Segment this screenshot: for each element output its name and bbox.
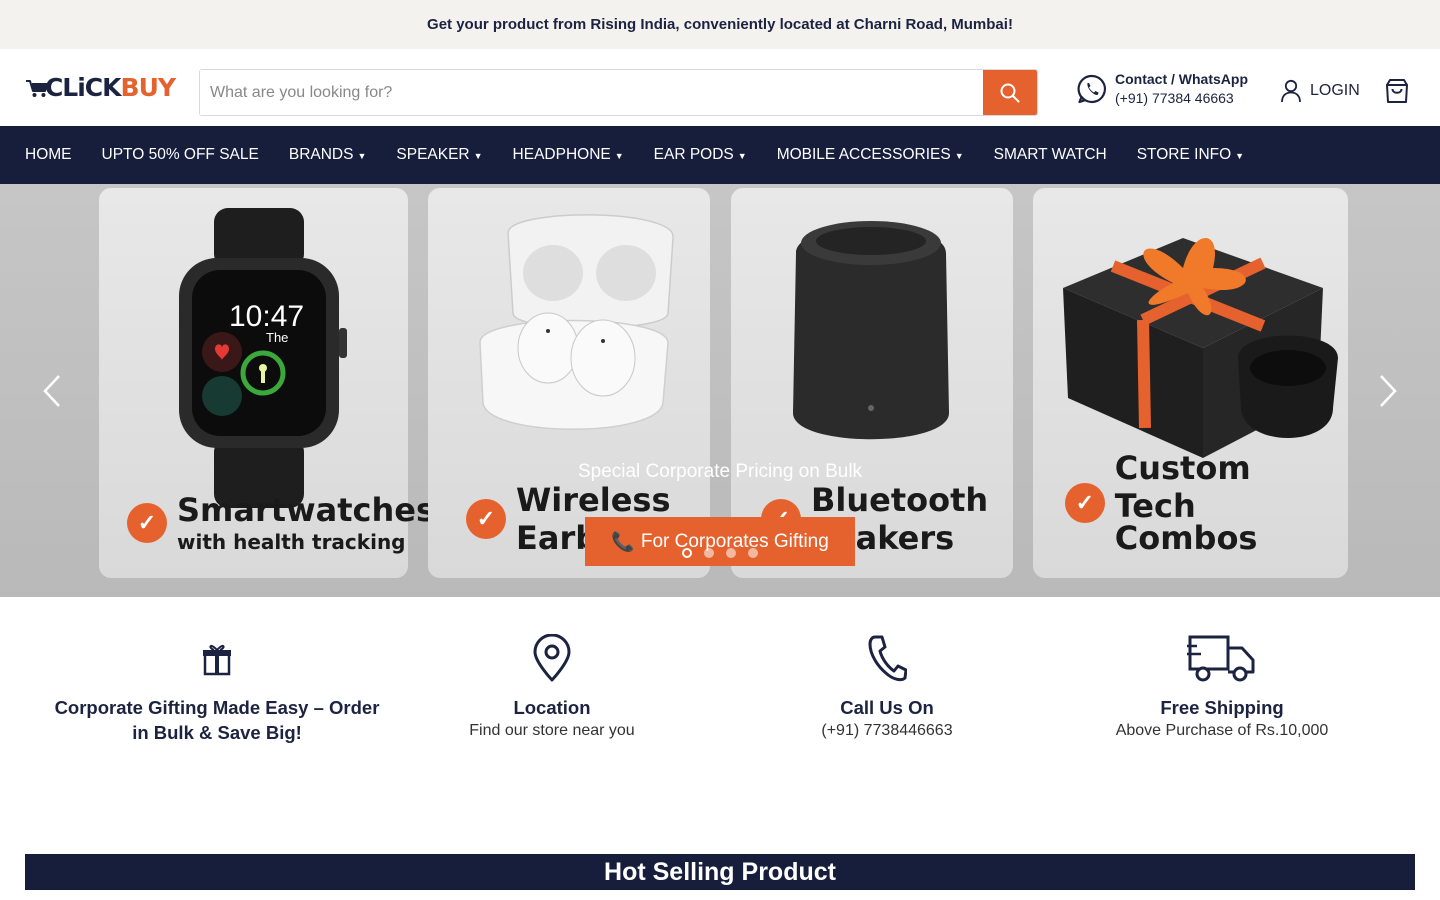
feature-free-shipping[interactable]: Free Shipping Above Purchase of Rs.10,00… — [1055, 633, 1389, 740]
site-logo[interactable]: CLiCKBUY — [25, 66, 176, 110]
feature-location[interactable]: Location Find our store near you — [385, 633, 719, 740]
nav-item-label: HEADPHONE — [512, 146, 611, 163]
feature-call-us[interactable]: Call Us On (+91) 7738446663 — [720, 633, 1054, 740]
chevron-down-icon: ▼ — [473, 151, 483, 161]
nav-item-label: SPEAKER — [396, 146, 470, 163]
nav-item-upto-50-off-sale[interactable]: UPTO 50% OFF SALE — [102, 146, 259, 164]
watch-day: The — [266, 330, 288, 345]
phone-emoji-icon: 📞 — [611, 531, 635, 553]
login-label: LOGIN — [1310, 82, 1360, 99]
nav-item-headphone[interactable]: HEADPHONE ▼ — [513, 146, 624, 164]
nav-item-brands[interactable]: BRANDS ▼ — [289, 146, 367, 164]
feature-corporate-gifting[interactable]: Corporate Gifting Made Easy – Order in B… — [50, 633, 384, 745]
chevron-down-icon: ▼ — [614, 151, 624, 161]
chevron-down-icon: ▼ — [737, 151, 747, 161]
nav-item-label: MOBILE ACCESSORIES — [776, 146, 951, 163]
logo-text-buy: BUY — [120, 73, 176, 102]
chevron-down-icon: ▼ — [357, 151, 367, 161]
nav-item-ear-pods[interactable]: EAR PODS ▼ — [654, 146, 747, 164]
card-title: Wireless — [516, 481, 671, 519]
cart-button[interactable] — [1383, 77, 1411, 110]
search-icon — [1000, 83, 1020, 102]
feature-title: Corporate Gifting Made Easy – Order in B… — [54, 697, 380, 743]
user-icon — [1281, 79, 1301, 103]
gift-box-image — [1063, 238, 1338, 458]
card-title: Bluetooth — [811, 481, 989, 519]
nav-item-mobile-accessories[interactable]: MOBILE ACCESSORIES ▼ — [777, 146, 964, 164]
feature-subtitle: (+91) 7738446663 — [821, 722, 953, 739]
site-header: CLiCKBUY Contact / WhatsApp (+91) 77384 … — [0, 49, 1440, 126]
hero-slider: 10:47 The ✓ Smartwatches with health tra… — [0, 184, 1440, 597]
nav-item-store-info[interactable]: STORE INFO ▼ — [1137, 146, 1244, 164]
main-nav: HOME UPTO 50% OFF SALE BRANDS ▼ SPEAKER ▼ HEAD… — [0, 126, 1440, 184]
hot-selling-section-title: Hot Selling Product — [25, 854, 1415, 890]
search-button[interactable] — [983, 70, 1037, 115]
logo-text-click: CLiCK — [44, 73, 122, 102]
nav-item-label: UPTO 50% OFF SALE — [101, 146, 259, 163]
feature-title: Free Shipping — [1160, 697, 1284, 718]
features-row: Corporate Gifting Made Easy – Order in B… — [0, 597, 1440, 854]
nav-item-label: HOME — [25, 146, 72, 163]
contact-title: Contact / WhatsApp — [1115, 71, 1248, 87]
nav-item-label: STORE INFO — [1136, 146, 1232, 163]
nav-item-smart-watch[interactable]: SMART WATCH — [994, 146, 1107, 164]
search-bar — [199, 69, 1038, 116]
login-link[interactable]: LOGIN — [1280, 79, 1360, 103]
feature-subtitle: Find our store near you — [469, 722, 635, 739]
hero-card-smartwatch[interactable]: 10:47 The ✓ Smartwatches with health tra… — [99, 188, 435, 578]
card-label: ✓ Smartwatches with health tracking — [127, 494, 435, 552]
slider-next-button[interactable] — [1378, 374, 1398, 418]
nav-item-label: EAR PODS — [653, 146, 734, 163]
corporate-gifting-button[interactable]: 📞 For Corporates Gifting — [585, 517, 855, 566]
logo-text: CLiCKBUY — [44, 73, 176, 102]
chevron-right-icon — [1380, 375, 1397, 407]
checkmark-icon: ✓ — [127, 503, 167, 543]
slider-dot[interactable] — [748, 548, 758, 558]
card-subtitle: with health tracking — [177, 530, 406, 554]
slider-dots — [682, 548, 758, 558]
hero-card-combos[interactable]: ✓ Custom Tech Combos — [1033, 188, 1348, 578]
slider-prev-button[interactable] — [42, 374, 62, 418]
location-pin-icon — [533, 634, 571, 682]
nav-item-speaker[interactable]: SPEAKER ▼ — [396, 146, 482, 164]
announcement-text: Get your product from Rising India, conv… — [427, 16, 1013, 33]
checkmark-icon: ✓ — [466, 499, 506, 539]
nav-item-label: SMART WATCH — [993, 146, 1107, 163]
announcement-bar: Get your product from Rising India, conv… — [0, 0, 1440, 49]
checkmark-icon: ✓ — [1065, 483, 1105, 523]
whatsapp-icon — [1077, 74, 1106, 103]
slider-dot[interactable] — [682, 548, 692, 558]
hero-caption: Special Corporate Pricing on Bulk — [577, 461, 863, 482]
nav-item-home[interactable]: HOME — [25, 146, 72, 164]
earbuds-image — [479, 214, 674, 430]
watch-time: 10:47 — [229, 300, 304, 333]
speaker-image — [793, 221, 949, 440]
slider-dot[interactable] — [704, 548, 714, 558]
cart-bag-icon — [1386, 79, 1408, 103]
truck-icon — [1187, 635, 1255, 682]
feature-subtitle: Above Purchase of Rs.10,000 — [1115, 722, 1329, 739]
chevron-left-icon — [43, 375, 60, 407]
chevron-down-icon: ▼ — [954, 151, 964, 161]
phone-icon — [868, 635, 907, 682]
nav-item-label: BRANDS — [288, 146, 354, 163]
card-subtitle: Tech Combos — [1114, 487, 1258, 557]
gift-icon — [203, 644, 231, 676]
slider-dot[interactable] — [726, 548, 736, 558]
contact-phone: (+91) 77384 46663 — [1115, 90, 1234, 106]
chevron-down-icon: ▼ — [1235, 151, 1245, 161]
contact-whatsapp[interactable]: Contact / WhatsApp (+91) 77384 46663 — [1077, 71, 1248, 106]
section-title: Hot Selling Product — [604, 857, 836, 886]
feature-title: Call Us On — [840, 697, 934, 718]
feature-title: Location — [513, 697, 591, 718]
search-input[interactable] — [200, 70, 983, 115]
card-title: Smartwatches — [177, 491, 436, 529]
